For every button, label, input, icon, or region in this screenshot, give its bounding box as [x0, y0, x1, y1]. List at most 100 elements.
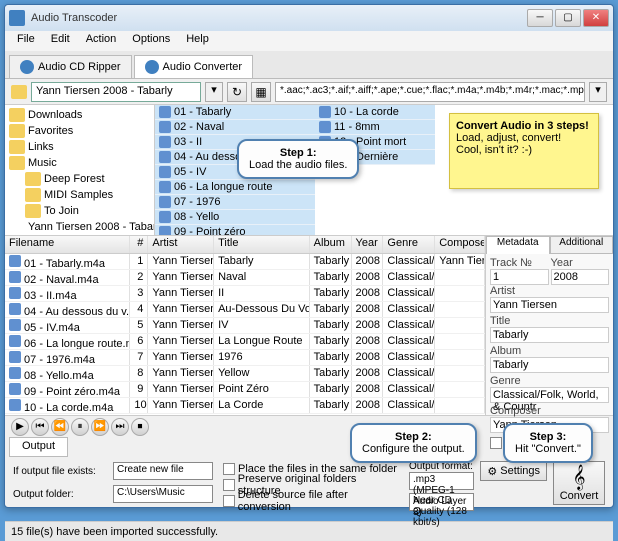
audio-icon [159, 226, 171, 235]
audio-icon [9, 335, 21, 347]
clef-icon: 𝄞 [554, 464, 604, 490]
table-row[interactable]: 09 - Point zéro.m4a9Yann TiersenPoint Zé… [5, 382, 485, 398]
view-button[interactable]: ▦ [251, 82, 271, 102]
audio-icon [319, 121, 331, 133]
tree-item[interactable]: Deep Forest [7, 171, 152, 187]
chk-delete[interactable] [223, 495, 235, 507]
column-header[interactable]: # [130, 236, 148, 253]
table-row[interactable]: 03 - II.m4a3Yann TiersenIITabarly2008Cla… [5, 286, 485, 302]
audio-icon [159, 181, 171, 193]
sticky-note: Convert Audio in 3 steps! Load, adjust, … [449, 113, 599, 189]
fwd-button[interactable]: ⏩ [91, 418, 109, 436]
meta-track-input[interactable]: 1 [490, 269, 549, 285]
tree-item[interactable]: Links [7, 139, 152, 155]
tab-cd-ripper[interactable]: Audio CD Ripper [9, 55, 132, 78]
file-item[interactable]: 06 - La longue route [155, 180, 315, 195]
play-button[interactable]: ▶ [11, 418, 29, 436]
column-header[interactable]: Genre [383, 236, 435, 253]
filter-dropdown[interactable]: ▾ [589, 82, 607, 102]
app-icon [9, 10, 25, 26]
table-row[interactable]: 01 - Tabarly.m4a1Yann TiersenTabarlyTaba… [5, 254, 485, 270]
audio-icon [159, 121, 171, 133]
table-row[interactable]: 04 - Au dessous du v...4Yann TiersenAu-D… [5, 302, 485, 318]
next-button[interactable]: ⏭ [111, 418, 129, 436]
tree-item[interactable]: To Join [7, 203, 152, 219]
path-dropdown[interactable]: ▾ [205, 82, 223, 102]
table-row[interactable]: 05 - IV.m4a5Yann TiersenIVTabarly2008Cla… [5, 318, 485, 334]
file-item[interactable]: 01 - Tabarly [155, 105, 315, 120]
output-folder-field[interactable]: C:\Users\Music [113, 485, 213, 503]
track-grid[interactable]: Filename#ArtistTitleAlbumYearGenreCompos… [5, 236, 485, 415]
file-item[interactable]: 02 - Naval [155, 120, 315, 135]
file-item[interactable]: 11 - 8mm [315, 120, 435, 135]
minimize-button[interactable]: ─ [527, 9, 553, 27]
table-row[interactable]: 08 - Yello.m4a8Yann TiersenYellowTabarly… [5, 366, 485, 382]
menu-file[interactable]: File [9, 31, 43, 51]
if-exists-select[interactable]: Create new file [113, 462, 213, 480]
audio-icon [159, 136, 171, 148]
table-row[interactable]: 02 - Naval.m4a2Yann TiersenNavalTabarly2… [5, 270, 485, 286]
meta-title-input[interactable]: Tabarly [490, 327, 609, 343]
path-field[interactable]: Yann Tiersen 2008 - Tabarly [31, 82, 201, 102]
menu-help[interactable]: Help [178, 31, 217, 51]
audio-icon [9, 367, 21, 379]
audio-icon [159, 196, 171, 208]
pause-button[interactable]: ⏸ [71, 418, 89, 436]
callout-step2: Step 2:Configure the output. [350, 423, 477, 463]
output-tab[interactable]: Output [9, 437, 68, 457]
gear-icon: ⚙ [487, 465, 497, 478]
file-item[interactable]: 07 - 1976 [155, 195, 315, 210]
menu-action[interactable]: Action [78, 31, 125, 51]
audio-icon [319, 106, 331, 118]
audio-icon [159, 211, 171, 223]
close-button[interactable]: ✕ [583, 9, 609, 27]
tree-item[interactable]: Yann Tiersen 2008 - Tabarly [7, 219, 152, 235]
table-row[interactable]: 10 - La corde.m4a10Yann TiersenLa CordeT… [5, 398, 485, 414]
folder-icon [9, 156, 25, 170]
file-item[interactable]: 09 - Point zéro [155, 225, 315, 235]
folder-icon [9, 108, 25, 122]
refresh-button[interactable]: ↻ [227, 82, 247, 102]
column-header[interactable]: Album [310, 236, 352, 253]
filter-field[interactable]: *.aac;*.ac3;*.aif;*.aiff;*.ape;*.cue;*.f… [275, 82, 585, 102]
audio-icon [9, 271, 21, 283]
file-item[interactable]: 10 - La corde [315, 105, 435, 120]
column-header[interactable]: Title [214, 236, 310, 253]
stop-button[interactable]: ⏹ [131, 418, 149, 436]
column-header[interactable]: Year [352, 236, 384, 253]
audio-icon [159, 106, 171, 118]
meta-album-input[interactable]: Tabarly [490, 357, 609, 373]
tree-item[interactable]: Downloads [7, 107, 152, 123]
meta-tab-additional[interactable]: Additional [550, 236, 614, 254]
chk-same-folder[interactable] [223, 463, 235, 475]
convert-icon [145, 60, 159, 74]
column-header[interactable]: Artist [148, 236, 214, 253]
audio-icon [9, 399, 21, 411]
column-header[interactable]: Filename [5, 236, 130, 253]
rew-button[interactable]: ⏪ [51, 418, 69, 436]
tree-item[interactable]: Favorites [7, 123, 152, 139]
meta-year-input[interactable]: 2008 [551, 269, 610, 285]
table-row[interactable]: 07 - 1976.m4a7Yann Tiersen1976Tabarly200… [5, 350, 485, 366]
file-item[interactable]: 08 - Yello [155, 210, 315, 225]
meta-useall-checkbox[interactable] [490, 437, 502, 449]
meta-genre-select[interactable]: Classical/Folk, World, & Countr [490, 387, 609, 403]
prev-button[interactable]: ⏮ [31, 418, 49, 436]
audio-icon [9, 287, 21, 299]
convert-button[interactable]: 𝄞 Convert [553, 461, 605, 505]
column-header[interactable]: Composer [435, 236, 485, 253]
meta-tab-metadata[interactable]: Metadata [486, 236, 550, 254]
menu-edit[interactable]: Edit [43, 31, 78, 51]
tree-item[interactable]: MIDI Samples [7, 187, 152, 203]
audio-icon [9, 303, 21, 315]
maximize-button[interactable]: ▢ [555, 9, 581, 27]
tree-item[interactable]: Music [7, 155, 152, 171]
format-select[interactable]: .mp3 (MPEG-1 Audio Layer 3) [409, 472, 474, 490]
folder-tree: DownloadsFavoritesLinksMusicDeep ForestM… [5, 105, 155, 235]
meta-artist-input[interactable]: Yann Tiersen [490, 297, 609, 313]
menu-options[interactable]: Options [124, 31, 178, 51]
tab-audio-converter[interactable]: Audio Converter [134, 55, 254, 78]
settings-button[interactable]: ⚙Settings [480, 461, 547, 481]
table-row[interactable]: 06 - La longue route.m4a6Yann TiersenLa … [5, 334, 485, 350]
chk-preserve[interactable] [223, 479, 235, 491]
